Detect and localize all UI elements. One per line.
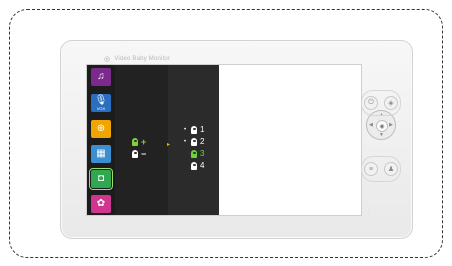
bottom-button-pill (361, 156, 401, 182)
sidebar-item-music[interactable]: ♫ (91, 68, 111, 86)
sidebar-item-sublabel: VOX (96, 105, 106, 111)
camera-list-item[interactable]: 4 (184, 161, 204, 170)
zoom-icon: ⊕ (96, 123, 106, 134)
menu-sidebar: ♫ 🎙 VOX ⊕ ▦ ◘ ✿ (87, 65, 115, 215)
control-panel: ⏻ ◈ ▲ ▼ ◀ ▶ ◉ ≡ ♟ (361, 88, 401, 186)
camera-list-item[interactable]: • 2 (184, 137, 204, 146)
side-indicator-icon: ⋮ (367, 210, 372, 216)
remove-camera-option[interactable]: − (132, 149, 146, 159)
left-arrow-icon: ◀ (369, 122, 373, 128)
sidebar-item-camera[interactable]: ◘ (89, 168, 113, 190)
add-camera-option[interactable]: + (132, 137, 146, 147)
sidebar-item-zoom[interactable]: ⊕ (91, 120, 111, 138)
camera-number: 3 (200, 149, 205, 158)
camera-icon (132, 138, 138, 146)
camera-number: 4 (200, 161, 205, 170)
top-button-pill (361, 90, 401, 116)
gear-icon: ✿ (96, 198, 106, 209)
music-note-icon: ♫ (97, 71, 105, 82)
sidebar-item-settings[interactable]: ✿ (91, 195, 111, 213)
camera-icon (191, 149, 197, 158)
camera-icon (191, 161, 197, 170)
brand-text: Video Baby Monitor (114, 56, 171, 62)
camera-icon (132, 150, 138, 158)
camera-number: 2 (200, 137, 205, 146)
camera-icon (191, 125, 197, 134)
paired-dot-icon: • (184, 138, 187, 145)
ok-button[interactable]: ◉ (376, 120, 388, 132)
device-screen: ♫ 🎙 VOX ⊕ ▦ ◘ ✿ + − ▸ • 1 • 2 3 4 (86, 64, 362, 216)
ok-icon: ◉ (379, 123, 385, 130)
sidebar-item-split[interactable]: ▦ (91, 145, 111, 163)
camera-icon: ◘ (97, 173, 105, 184)
add-sign: + (141, 137, 147, 147)
down-arrow-icon: ▼ (379, 132, 384, 138)
camera-number: 1 (200, 125, 205, 134)
camera-list-item[interactable]: 3 (184, 149, 204, 158)
camera-icon (191, 137, 197, 146)
camera-list-item[interactable]: • 1 (184, 125, 204, 134)
sidebar-item-vox[interactable]: 🎙 VOX (91, 94, 111, 112)
split-view-icon: ▦ (96, 148, 106, 159)
device-brand: ◎ Video Baby Monitor (104, 54, 170, 64)
brand-logo-icon: ◎ (104, 56, 111, 63)
selection-arrow-icon: ▸ (167, 142, 171, 148)
camera-action-panel: + − (115, 65, 168, 215)
paired-dot-icon: • (184, 126, 187, 133)
microphone-icon: 🎙 (94, 94, 108, 106)
right-arrow-icon: ▶ (389, 122, 393, 128)
remove-sign: − (141, 149, 147, 159)
